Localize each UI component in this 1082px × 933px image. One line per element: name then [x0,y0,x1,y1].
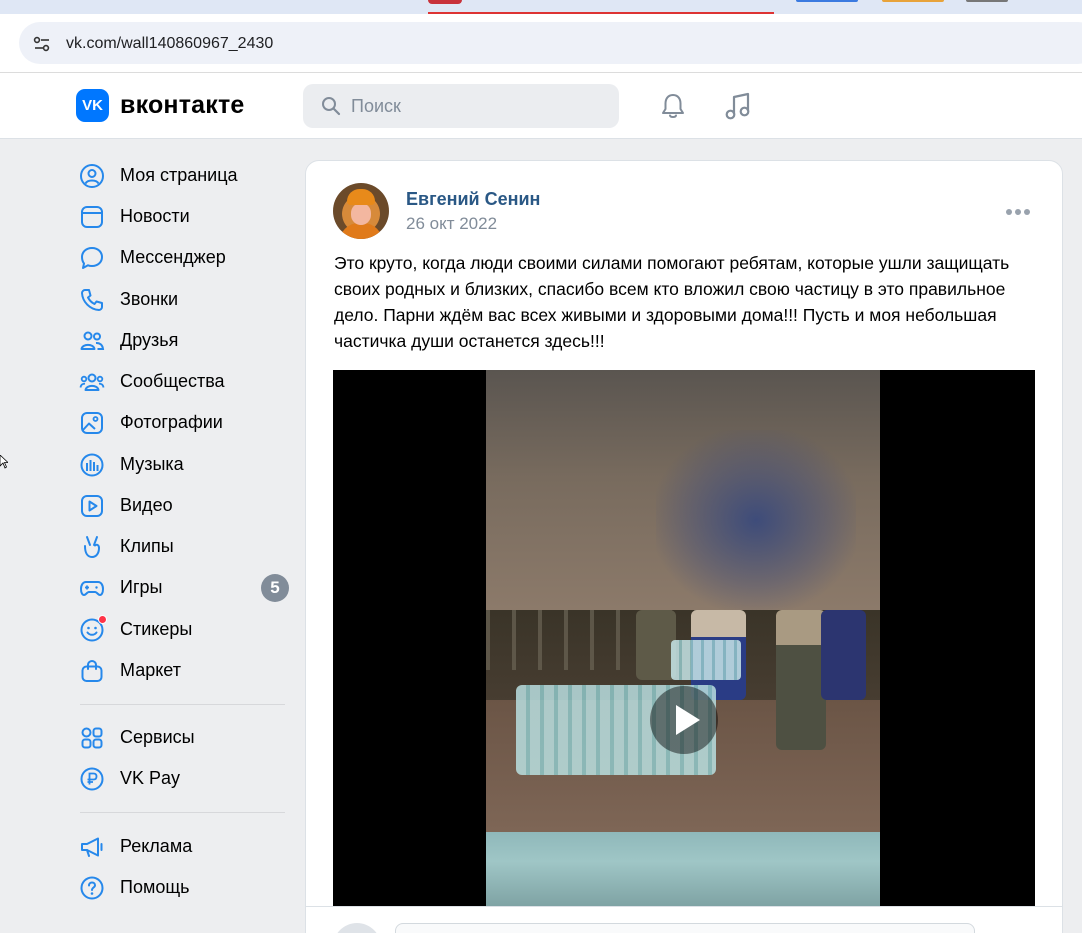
browser-tab-chip[interactable] [882,0,944,2]
help-icon [80,876,104,900]
sidebar-divider [80,812,285,813]
post-text: Это круто, когда люди своими силами помо… [334,253,1010,351]
vk-header: VK вконтакте [0,73,1082,139]
sidebar-item-label: Реклама [120,836,193,856]
browser-tab-chip[interactable] [796,0,858,2]
sidebar-item-services[interactable]: Сервисы [70,717,296,757]
sidebar-item-photos[interactable]: Фотографии [70,402,296,442]
phone-icon [81,289,103,311]
sidebar-item-label: Сообщества [120,371,225,391]
sidebar-item-label: Сервисы [120,727,195,747]
site-settings-icon[interactable] [32,34,52,54]
sidebar-item-market[interactable]: Маркет [70,650,296,690]
sidebar-item-ads[interactable]: Реклама [70,826,296,866]
post-card: Евгений Сенин 26 окт 2022 Это круто, ког… [305,160,1063,933]
sidebar-item-label: Друзья [120,330,179,350]
video-thumbnail [486,370,880,906]
clips-icon [84,536,101,559]
sidebar-item-label: Звонки [120,289,179,309]
sidebar-item-games[interactable]: Игры 5 [70,567,296,607]
post-divider [306,906,1062,907]
grid-icon [81,727,103,749]
url-text[interactable]: vk.com/wall140860967_2430 [66,34,273,54]
sidebar-item-messenger[interactable]: Мессенджер [70,237,296,277]
video-player[interactable] [333,370,1035,906]
vk-brand-name[interactable]: вконтакте [120,90,245,120]
video-icon [81,495,103,517]
sidebar-item-vk-pay[interactable]: VK Pay [70,758,296,798]
sidebar-item-video[interactable]: Видео [70,485,296,525]
author-name-link[interactable]: Евгений Сенин [406,188,540,210]
search-input[interactable] [351,84,601,128]
sidebar-item-my-page[interactable]: Моя страница [70,155,296,195]
browser-active-tab[interactable] [428,0,774,14]
search-box[interactable] [303,84,619,128]
new-stickers-dot [98,615,107,624]
music-bars-icon [80,453,104,477]
post-date-link[interactable]: 26 окт 2022 [406,213,497,235]
user-circle-icon [80,164,104,188]
vk-logo-icon[interactable]: VK [76,89,109,122]
search-icon [322,97,341,116]
sidebar-item-friends[interactable]: Друзья [70,320,296,360]
sidebar-item-label: Музыка [120,454,184,474]
bell-icon[interactable] [658,91,688,121]
ruble-icon [80,767,104,791]
sidebar-item-news[interactable]: Новости [70,196,296,236]
play-icon [676,705,700,735]
sidebar-item-label: Помощь [120,877,190,897]
sidebar-item-label: Клипы [120,536,174,556]
sidebar-item-label: Моя страница [120,165,238,185]
message-bubble-icon [81,247,103,269]
games-count-badge: 5 [261,574,289,602]
sidebar-divider [80,704,285,705]
sidebar-item-label: Мессенджер [120,247,226,267]
sidebar-item-label: VK Pay [120,768,181,788]
gamepad-icon [80,581,104,596]
sidebar-item-label: Стикеры [120,619,193,639]
sidebar-item-label: Маркет [120,660,181,680]
play-button[interactable] [650,686,718,754]
browser-address-bar: vk.com/wall140860967_2430 [0,14,1082,73]
mouse-cursor-icon [0,455,8,469]
author-avatar[interactable] [333,183,389,239]
browser-tab-strip [0,0,1082,14]
current-user-avatar [333,923,381,933]
sidebar-item-label: Новости [120,206,190,226]
sidebar-item-clips[interactable]: Клипы [70,526,296,566]
sidebar-item-label: Фотографии [120,412,223,432]
sidebar-item-calls[interactable]: Звонки [70,279,296,319]
browser-tab-chip[interactable] [966,0,1008,2]
sidebar-item-help[interactable]: Помощь [70,867,296,907]
sidebar-item-communities[interactable]: Сообщества [70,361,296,401]
sidebar-item-stickers[interactable]: Стикеры [70,609,296,649]
photo-icon [81,412,103,434]
friends-icon [80,331,105,350]
megaphone-icon [81,837,103,857]
music-note-icon[interactable] [722,90,754,122]
news-icon [81,206,103,228]
sidebar-item-label: Видео [120,495,173,515]
comment-input[interactable] [395,923,975,933]
tab-favicon [428,0,462,4]
sidebar-item-label: Игры [120,577,163,597]
more-options-icon[interactable] [1006,207,1032,217]
shopping-bag-icon [81,659,103,682]
sidebar-item-music[interactable]: Музыка [70,444,296,484]
communities-icon [79,373,105,391]
